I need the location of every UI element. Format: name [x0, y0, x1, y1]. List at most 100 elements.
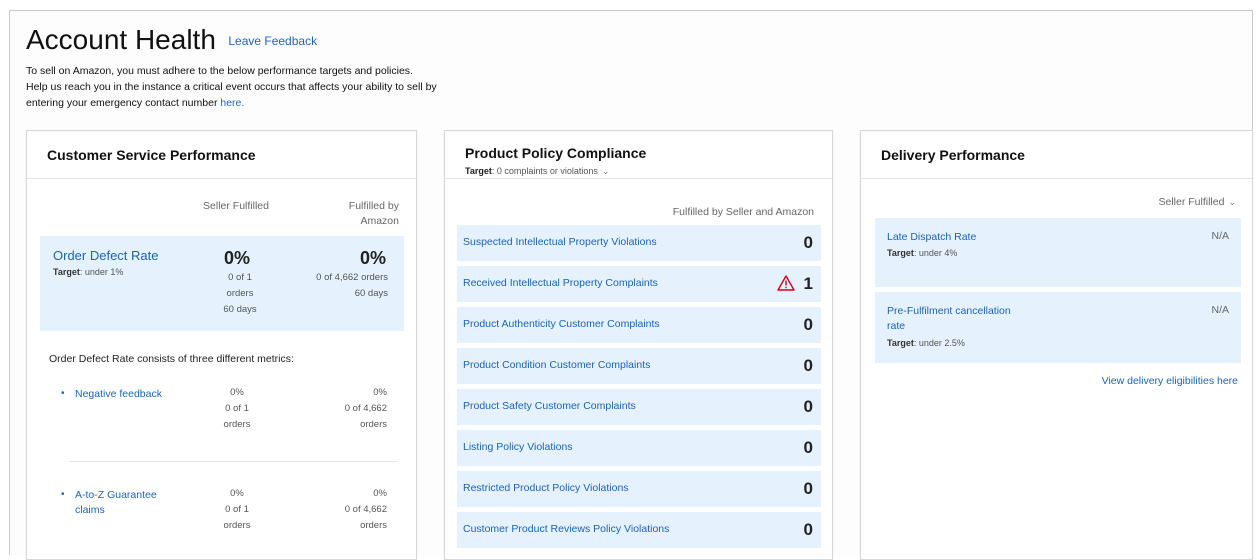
- metric-seller-unit: orders: [223, 520, 251, 531]
- metric-name-line1: A-to-Z Guarantee: [75, 489, 157, 501]
- view-delivery-eligibilities-link[interactable]: View delivery eligibilities here: [1102, 375, 1238, 387]
- bullet-icon: •: [61, 489, 65, 500]
- policy-row[interactable]: Customer Product Reviews Policy Violatio…: [457, 512, 821, 548]
- metric-name-line1: Negative feedback: [75, 388, 162, 400]
- metric-fba-pct: 0%: [373, 387, 387, 398]
- metric-seller-count: 0 of 1: [225, 403, 249, 414]
- metric-negative-feedback-link[interactable]: Negative feedback: [75, 387, 162, 402]
- card-header: Delivery Performance: [861, 131, 1252, 179]
- delivery-fulfilment-dropdown[interactable]: Seller Fulfilled ⌄: [1159, 196, 1237, 208]
- late-dispatch-rate-link[interactable]: Late Dispatch Rate: [887, 230, 976, 245]
- customer-service-card: Customer Service Performance Seller Fulf…: [26, 130, 417, 560]
- odr-seller-line1: 0 of 1: [228, 272, 252, 283]
- pre-fulfilment-cancellation-link[interactable]: Pre-Fulfilment cancellation rate: [887, 304, 1011, 334]
- metric-fba-count: 0 of 4,662: [344, 403, 387, 414]
- policy-row-value: 0: [803, 397, 813, 416]
- policy-row-value: 1: [803, 274, 813, 293]
- policy-row-value: 0: [803, 356, 813, 375]
- pre-fulfilment-value: N/A: [1211, 304, 1229, 316]
- metric-negative-feedback-fba: 0% 0 of 4,662 orders: [297, 385, 387, 433]
- order-defect-rate-row[interactable]: Order Defect Rate Target: under 1% 0% 0 …: [40, 236, 404, 331]
- chevron-down-icon: ⌄: [1228, 197, 1236, 207]
- late-dispatch-value: N/A: [1211, 230, 1229, 242]
- odr-consists-text: Order Defect Rate consists of three diff…: [49, 353, 294, 365]
- target-label: Target: [887, 248, 914, 258]
- odr-target: Target: under 1%: [53, 267, 123, 277]
- policy-row[interactable]: Suspected Intellectual Property Violatio…: [457, 225, 821, 261]
- intro-text: To sell on Amazon, you must adhere to th…: [26, 63, 546, 111]
- policy-row-label[interactable]: Customer Product Reviews Policy Violatio…: [463, 523, 669, 535]
- metric-a-to-z-seller: 0% 0 of 1 orders: [207, 486, 267, 534]
- product-policy-title: Product Policy Compliance: [465, 145, 647, 161]
- metric-a-to-z-claims-link[interactable]: A-to-Z Guarantee claims: [75, 488, 157, 518]
- metric-a-to-z-fba: 0% 0 of 4,662 orders: [297, 486, 387, 534]
- pre-fulfilment-target: Target: under 2.5%: [887, 338, 965, 348]
- odr-seller-line2: orders: [226, 288, 254, 299]
- metric-seller-pct: 0%: [230, 387, 244, 398]
- customer-service-title: Customer Service Performance: [47, 147, 256, 163]
- odr-target-label: Target: [53, 267, 80, 277]
- policy-row-label[interactable]: Product Condition Customer Complaints: [463, 359, 650, 371]
- bullet-icon: •: [61, 388, 65, 399]
- delivery-title: Delivery Performance: [881, 147, 1025, 163]
- metric-fba-unit: orders: [360, 419, 387, 430]
- policy-row-value: 0: [803, 520, 813, 539]
- pp-column-header: Fulfilled by Seller and Amazon: [672, 206, 814, 218]
- intro-line-2: Help us reach you in the instance a crit…: [26, 81, 437, 93]
- late-dispatch-rate-row[interactable]: Late Dispatch Rate Target: under 4% N/A: [875, 218, 1241, 287]
- pre-fulfilment-cancellation-row[interactable]: Pre-Fulfilment cancellation rate Target:…: [875, 292, 1241, 363]
- policy-row[interactable]: Product Condition Customer Complaints 0: [457, 348, 821, 384]
- intro-line-1: To sell on Amazon, you must adhere to th…: [26, 65, 413, 77]
- policy-row-label[interactable]: Restricted Product Policy Violations: [463, 482, 629, 494]
- policy-row-label[interactable]: Listing Policy Violations: [463, 441, 573, 453]
- metric-seller-unit: orders: [223, 419, 251, 430]
- policy-row-label[interactable]: Received Intellectual Property Complaint…: [463, 277, 658, 289]
- col-fulfilled-by-amazon: Fulfilled by Amazon: [317, 199, 399, 229]
- odr-target-value: : under 1%: [79, 267, 124, 277]
- odr-seller-detail: 0 of 1 orders 60 days: [210, 270, 270, 318]
- metric-seller-count: 0 of 1: [225, 504, 249, 515]
- pp-target-label: Target: [465, 166, 492, 176]
- col-seller-fulfilled: Seller Fulfilled: [203, 200, 269, 212]
- policy-row-label[interactable]: Suspected Intellectual Property Violatio…: [463, 236, 657, 248]
- policy-row-value: 0: [803, 479, 813, 498]
- odr-fba-pct: 0%: [360, 248, 387, 268]
- policy-row-value: 0: [803, 315, 813, 334]
- emergency-contact-link[interactable]: here.: [220, 97, 244, 109]
- metric-negative-feedback-seller: 0% 0 of 1 orders: [207, 385, 267, 433]
- policy-row[interactable]: Product Authenticity Customer Complaints…: [457, 307, 821, 343]
- odr-seller-pct: 0%: [224, 248, 251, 268]
- card-header: Customer Service Performance: [27, 131, 416, 179]
- target-label: Target: [887, 338, 914, 348]
- name-line1: Pre-Fulfilment cancellation: [887, 305, 1011, 317]
- col-fba-line1: Fulfilled by: [348, 200, 399, 212]
- odr-fba-detail: 0 of 4,662 orders 60 days: [286, 270, 388, 302]
- policy-row[interactable]: Product Safety Customer Complaints 0: [457, 389, 821, 425]
- policy-row[interactable]: Restricted Product Policy Violations 0: [457, 471, 821, 507]
- policy-row-value: 0: [803, 438, 813, 457]
- name-line2: rate: [887, 320, 906, 332]
- card-header: Product Policy Compliance Target: 0 comp…: [445, 131, 832, 179]
- policy-row-label[interactable]: Product Safety Customer Complaints: [463, 400, 636, 412]
- warning-icon: [777, 275, 795, 291]
- metric-fba-count: 0 of 4,662: [344, 504, 387, 515]
- product-policy-target-dropdown[interactable]: Target: 0 complaints or violations ⌄: [465, 166, 609, 177]
- intro-line-3-text: entering your emergency contact number: [26, 97, 221, 109]
- policy-row-label[interactable]: Product Authenticity Customer Complaints: [463, 318, 660, 330]
- col-fba-line2: Amazon: [360, 215, 399, 227]
- odr-fba-line2: 60 days: [354, 288, 388, 299]
- target-value: : under 2.5%: [913, 338, 965, 348]
- policy-row[interactable]: Listing Policy Violations 0: [457, 430, 821, 466]
- divider: [69, 461, 397, 462]
- product-policy-card: Product Policy Compliance Target: 0 comp…: [444, 130, 833, 560]
- odr-seller-line3: 60 days: [223, 304, 257, 315]
- chevron-down-icon: ⌄: [601, 166, 610, 176]
- policy-row[interactable]: Received Intellectual Property Complaint…: [457, 266, 821, 302]
- metric-name-line2: claims: [75, 504, 105, 516]
- leave-feedback-link[interactable]: Leave Feedback: [228, 34, 317, 48]
- delivery-column-header: Seller Fulfilled: [1158, 196, 1225, 208]
- odr-fba-line1: 0 of 4,662 orders: [316, 272, 388, 283]
- intro-line-3: entering your emergency contact number h…: [26, 95, 546, 111]
- order-defect-rate-link[interactable]: Order Defect Rate: [53, 248, 159, 263]
- page-header: Account Health Leave Feedback: [26, 24, 317, 56]
